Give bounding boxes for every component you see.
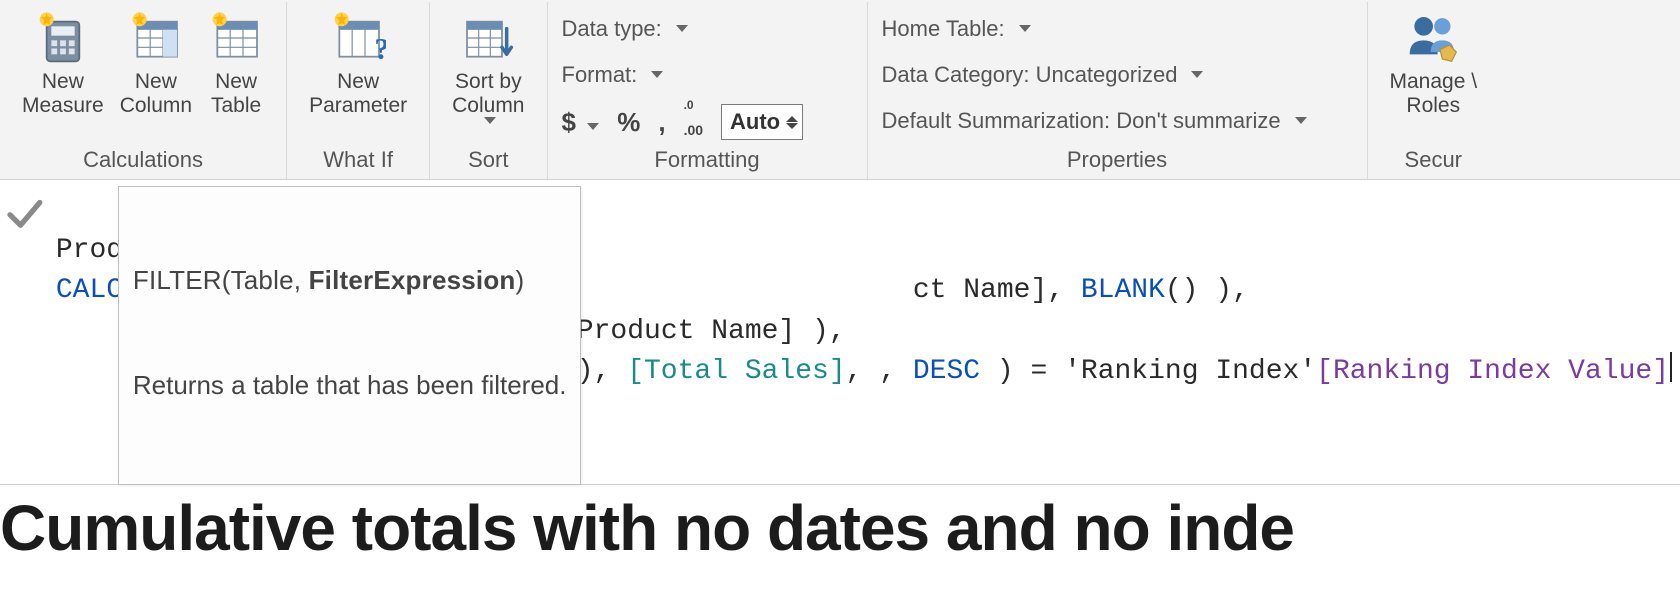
dropdown-icon <box>1295 117 1307 124</box>
comma-format-button[interactable]: , <box>658 107 665 138</box>
default-summarization-label: Default Summarization: Don't summarize <box>882 108 1281 134</box>
currency-format-button[interactable]: $ <box>562 107 600 138</box>
group-formatting-label: Formatting <box>654 147 759 173</box>
new-parameter-icon: ? <box>330 10 386 66</box>
stepper-arrows-icon <box>786 116 798 129</box>
group-security-label: Secur <box>1405 147 1462 173</box>
dropdown-icon <box>676 25 688 32</box>
svg-text:?: ? <box>374 32 386 66</box>
sort-by-column-dropdown-icon <box>484 117 496 124</box>
group-properties-label: Properties <box>1067 147 1167 173</box>
home-table-dropdown[interactable]: Home Table: <box>882 12 1353 46</box>
group-properties: Home Table: Data Category: Uncategorized… <box>868 2 1368 179</box>
tooltip-signature: FILTER(Table, FilterExpression) <box>133 263 567 298</box>
group-calculations: New Measure New Column <box>0 2 287 179</box>
new-parameter-label: New Parameter <box>309 70 407 118</box>
dropdown-icon <box>1191 71 1203 78</box>
group-whatif: ? New Parameter What If <box>287 2 430 179</box>
percent-format-button[interactable]: % <box>617 107 640 138</box>
commit-formula-button[interactable] <box>0 186 48 234</box>
tooltip-description: Returns a table that has been filtered. <box>133 368 567 403</box>
sort-by-column-label: Sort by Column <box>452 70 524 118</box>
decimal-places-value: Auto <box>730 109 780 135</box>
formula-editor[interactable]: Prod CALChidden tooltip gap filler here … <box>48 186 1680 478</box>
formula-code: Prod CALChidden tooltip gap filler here … <box>56 190 1672 474</box>
decimal-places-icon: .0.00 <box>684 104 703 140</box>
home-table-label: Home Table: <box>882 16 1005 42</box>
new-measure-button[interactable]: New Measure <box>14 6 112 118</box>
new-column-button[interactable]: New Column <box>112 6 200 118</box>
decimal-places-stepper[interactable]: Auto <box>721 104 803 140</box>
new-table-icon <box>208 10 264 66</box>
group-calculations-label: Calculations <box>83 147 203 173</box>
new-table-button[interactable]: New Table <box>200 6 272 118</box>
data-category-label: Data Category: Uncategorized <box>882 62 1178 88</box>
sort-by-column-icon <box>460 10 516 66</box>
new-measure-icon <box>35 10 91 66</box>
group-whatif-label: What If <box>323 147 393 173</box>
checkmark-icon <box>3 192 45 234</box>
data-category-dropdown[interactable]: Data Category: Uncategorized <box>882 58 1353 92</box>
page-headline: Cumulative totals with no dates and no i… <box>0 485 1680 565</box>
manage-roles-button[interactable]: Manage \ Roles <box>1382 6 1486 118</box>
group-sort: Sort by Column Sort <box>430 2 547 179</box>
text-cursor <box>1670 352 1672 382</box>
new-column-icon <box>128 10 184 66</box>
new-parameter-button[interactable]: ? New Parameter <box>301 6 415 118</box>
sort-by-column-button[interactable]: Sort by Column <box>444 6 532 125</box>
new-measure-label: New Measure <box>22 70 104 118</box>
intellisense-tooltip: FILTER(Table, FilterExpression) Returns … <box>118 186 582 485</box>
group-security: Manage \ Roles Secur <box>1368 2 1500 179</box>
default-summarization-dropdown[interactable]: Default Summarization: Don't summarize <box>882 104 1353 138</box>
dropdown-icon <box>651 71 663 78</box>
data-type-label: Data type: <box>562 16 662 42</box>
formula-bar: Prod CALChidden tooltip gap filler here … <box>0 180 1680 485</box>
new-column-label: New Column <box>120 70 192 118</box>
data-type-dropdown[interactable]: Data type: <box>562 12 853 46</box>
manage-roles-icon <box>1405 10 1461 66</box>
new-table-label: New Table <box>211 70 261 118</box>
dropdown-icon <box>587 123 599 130</box>
format-dropdown[interactable]: Format: <box>562 58 853 92</box>
group-sort-label: Sort <box>468 147 508 173</box>
dropdown-icon <box>1019 25 1031 32</box>
ribbon: New Measure New Column <box>0 0 1680 180</box>
manage-roles-label: Manage \ Roles <box>1390 70 1478 118</box>
group-formatting: Data type: Format: $ % , .0.00 Auto <box>548 2 868 179</box>
format-label: Format: <box>562 62 638 88</box>
